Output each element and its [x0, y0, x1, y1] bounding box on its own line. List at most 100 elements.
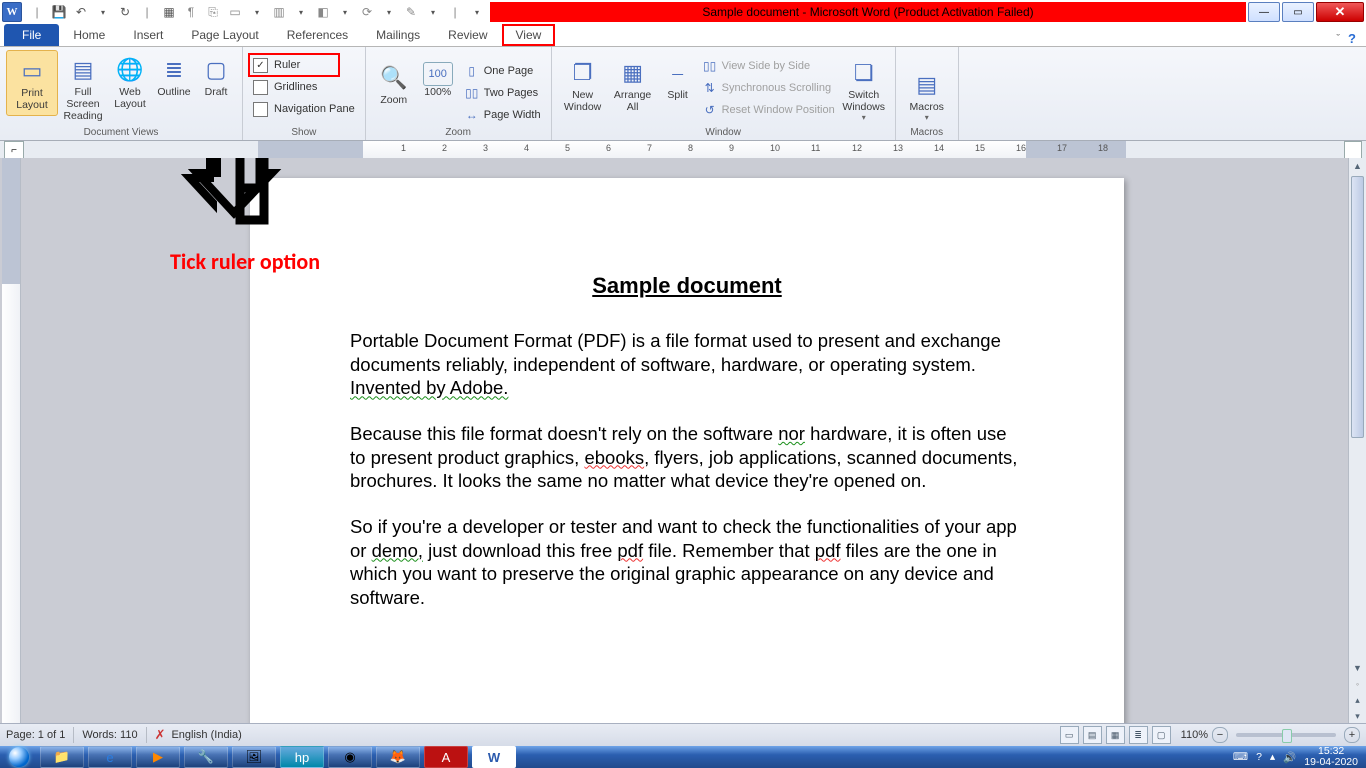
zoom-level[interactable]: 110%	[1181, 729, 1208, 741]
draft-icon: ▢	[200, 54, 232, 86]
tab-page-layout[interactable]: Page Layout	[177, 24, 272, 46]
word-count[interactable]: Words: 110	[82, 729, 137, 741]
taskbar-wmp[interactable]: ▶	[136, 746, 180, 768]
web-view-icon[interactable]: ▦	[1106, 726, 1125, 744]
checkbox-checked-icon: ✓	[253, 58, 268, 73]
redo-icon[interactable]: ↻	[116, 3, 134, 21]
arrange-all-button[interactable]: ▦Arrange All	[608, 53, 658, 117]
taskbar-chrome[interactable]: ◉	[328, 746, 372, 768]
taskbar-word[interactable]: W	[472, 746, 516, 768]
tab-selector-icon[interactable]: ⌐	[4, 141, 24, 159]
browse-object-icon[interactable]: ◦	[1349, 676, 1366, 692]
maximize-button[interactable]: ▭	[1282, 2, 1314, 22]
print-layout-button[interactable]: ▭Print Layout	[6, 50, 58, 116]
group-macros: ▤Macros▾ Macros	[896, 47, 959, 140]
switch-windows-button[interactable]: ❏Switch Windows▾	[839, 53, 889, 126]
taskbar-ie[interactable]: e	[88, 746, 132, 768]
zoom-100-button[interactable]: 100100%	[416, 58, 460, 102]
print-layout-view-icon[interactable]: ▭	[1060, 726, 1079, 744]
reading-view-icon[interactable]: ▤	[1083, 726, 1102, 744]
zoom-in-button[interactable]: +	[1344, 727, 1360, 743]
view-ruler-toggle[interactable]	[1344, 141, 1362, 159]
help-icon[interactable]: ?	[1348, 31, 1356, 46]
qat-para-icon[interactable]: ¶	[182, 3, 200, 21]
next-page-icon[interactable]: ▾	[1349, 708, 1366, 724]
tray-clock[interactable]: 15:3219-04-2020	[1304, 746, 1358, 768]
tray-help-icon[interactable]: ?	[1256, 751, 1262, 763]
group-document-views: ▭Print Layout ▤Full Screen Reading 🌐Web …	[0, 47, 243, 140]
scroll-thumb[interactable]	[1351, 176, 1364, 438]
tab-insert[interactable]: Insert	[119, 24, 177, 46]
word-app-icon[interactable]: W	[2, 2, 22, 22]
vertical-ruler[interactable]	[2, 158, 21, 724]
qat-table-icon[interactable]: ▥	[270, 3, 288, 21]
two-pages-icon: ▯▯	[464, 85, 480, 101]
quick-access-toolbar: W | 💾 ↶ ▾ ↻ | ▦ ¶ ⎘ ▭ ▾ ▥ ▾ ◧ ▾ ⟳ ▾ ✎ ▾ …	[0, 0, 490, 24]
zoom-button[interactable]: 🔍Zoom	[372, 58, 416, 110]
taskbar-explorer[interactable]: 📁	[40, 746, 84, 768]
qat-grid-icon[interactable]: ▦	[160, 3, 178, 21]
tab-mailings[interactable]: Mailings	[362, 24, 434, 46]
doc-body[interactable]: Portable Document Format (PDF) is a file…	[350, 329, 1024, 610]
page-indicator[interactable]: Page: 1 of 1	[6, 729, 65, 741]
close-button[interactable]: ✕	[1316, 2, 1364, 22]
zoom-slider[interactable]	[1236, 733, 1336, 737]
vertical-scrollbar[interactable]: ▲ ▼ ◦ ▴ ▾	[1348, 158, 1366, 724]
qat-more-icon[interactable]: ▾	[468, 3, 486, 21]
taskbar-hp[interactable]: hp	[280, 746, 324, 768]
status-bar: Page: 1 of 1 Words: 110 ✗ English (India…	[0, 723, 1366, 746]
draft-button[interactable]: ▢Draft	[196, 50, 236, 102]
taskbar-firefox[interactable]: 🦊	[376, 746, 420, 768]
full-screen-reading-button[interactable]: ▤Full Screen Reading	[58, 50, 108, 126]
gridlines-checkbox[interactable]: Gridlines	[249, 76, 359, 98]
qat-link-icon[interactable]: ⎘	[204, 3, 222, 21]
qat-paint-icon[interactable]: ✎	[402, 3, 420, 21]
split-button[interactable]: ⎯Split	[658, 53, 698, 105]
tab-review[interactable]: Review	[434, 24, 501, 46]
draft-view-icon[interactable]: ▢	[1152, 726, 1171, 744]
zoom-out-button[interactable]: −	[1212, 727, 1228, 743]
navigation-pane-checkbox[interactable]: Navigation Pane	[249, 98, 359, 120]
minimize-button[interactable]: —	[1248, 2, 1280, 22]
tray-keyboard-icon[interactable]: ⌨	[1233, 751, 1248, 763]
proofing-icon[interactable]: ✗	[155, 727, 166, 743]
prev-page-icon[interactable]: ▴	[1349, 692, 1366, 708]
taskbar-app1[interactable]: 🔧	[184, 746, 228, 768]
outline-button[interactable]: ≣Outline	[152, 50, 196, 102]
two-pages-button[interactable]: ▯▯Two Pages	[460, 82, 545, 104]
group-show: ✓Ruler Gridlines Navigation Pane Show	[243, 47, 366, 140]
view-side-by-side-button[interactable]: ▯▯View Side by Side	[698, 55, 839, 77]
outline-view-icon[interactable]: ≣	[1129, 726, 1148, 744]
file-tab[interactable]: File	[4, 24, 59, 46]
taskbar-adobe[interactable]: A	[424, 746, 468, 768]
language-indicator[interactable]: English (India)	[171, 729, 241, 741]
scroll-down-icon[interactable]: ▼	[1349, 660, 1366, 676]
document-page[interactable]: Sample document Portable Document Format…	[250, 178, 1124, 724]
taskbar-app2[interactable]: 🖼	[232, 746, 276, 768]
macros-button[interactable]: ▤Macros▾	[902, 65, 952, 126]
new-window-button[interactable]: ❐New Window	[558, 53, 608, 117]
reading-icon: ▤	[67, 54, 99, 86]
switch-windows-icon: ❏	[848, 57, 880, 89]
ruler-checkbox[interactable]: ✓Ruler	[249, 54, 339, 76]
sync-scroll-icon: ⇅	[702, 80, 718, 96]
qat-rotate-icon[interactable]: ⟳	[358, 3, 376, 21]
tray-chevron-icon[interactable]: ▴	[1270, 751, 1275, 763]
web-layout-button[interactable]: 🌐Web Layout	[108, 50, 152, 114]
page-width-button[interactable]: ↔Page Width	[460, 104, 545, 126]
start-button[interactable]	[0, 746, 38, 768]
undo-icon[interactable]: ↶	[72, 3, 90, 21]
qat-shape-icon[interactable]: ◧	[314, 3, 332, 21]
web-layout-icon: 🌐	[114, 54, 146, 86]
ribbon-minimize-icon[interactable]: ˇ	[1336, 33, 1340, 45]
tray-volume-icon[interactable]: 🔊	[1283, 751, 1296, 764]
one-page-button[interactable]: ▯One Page	[460, 60, 545, 82]
tab-home[interactable]: Home	[59, 24, 119, 46]
reset-window-position-button: ↺Reset Window Position	[698, 99, 839, 121]
save-icon[interactable]: 💾	[50, 3, 68, 21]
qat-border-icon[interactable]: ▭	[226, 3, 244, 21]
checkbox-icon	[253, 102, 268, 117]
tab-view[interactable]: View	[502, 24, 556, 46]
scroll-up-icon[interactable]: ▲	[1349, 158, 1366, 174]
tab-references[interactable]: References	[273, 24, 362, 46]
